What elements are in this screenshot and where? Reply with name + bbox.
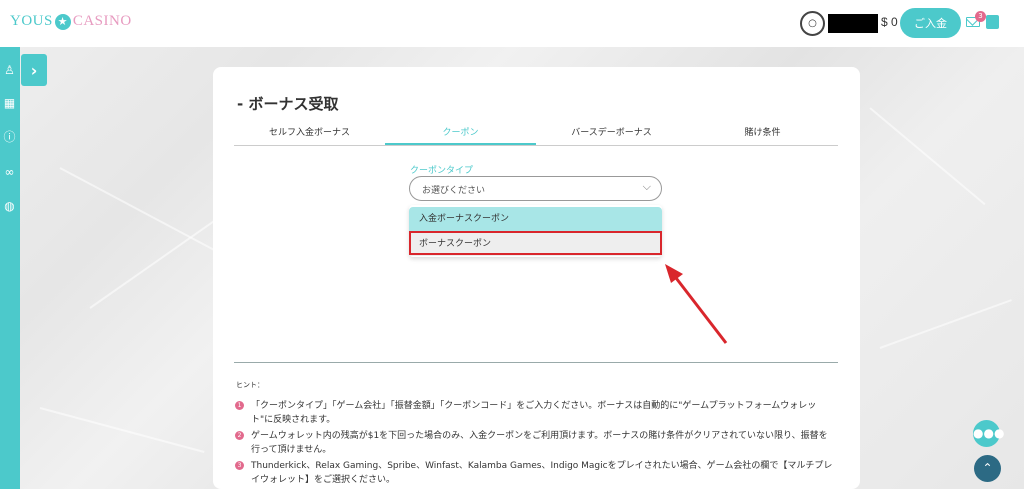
bonus-card: - ボーナス受取 セルフ入金ボーナス クーポン バースデーボーナス 賭け条件 ク… [213,67,860,489]
scroll-to-top-icon[interactable]: ⌃ [974,455,1001,482]
logo-text-left: YOUS [10,13,53,29]
highlight-box [409,231,662,255]
logout-icon[interactable] [986,15,999,29]
hint-number-badge: 2 [235,431,244,440]
hint-text: 「クーポンタイプ」「ゲーム会社」「振替金額」「クーポンコード」をご入力ください。… [251,401,817,425]
hint-text: Thunderkick、Relax Gaming、Spribe、Winfast、… [251,461,833,485]
grid-icon[interactable]: ▦ [3,97,16,110]
site-logo[interactable]: YOUS ★ CASINO [10,13,132,30]
user-avatar-icon[interactable]: ○ [800,11,825,36]
logo-text-right: CASINO [72,13,132,29]
title-dash: - [237,95,244,113]
medal-icon[interactable]: ♙ [3,64,16,77]
coupon-type-label: クーポンタイプ [410,166,474,176]
logo-star-icon: ★ [54,13,71,30]
hint-item: 2 ゲームウォレット内の残高が$1を下回った場合のみ、入金クーポンをご利用頂けま… [235,429,835,457]
section-divider [234,362,838,363]
coupon-type-select[interactable]: お選びください ⌵ [409,176,662,201]
globe-icon[interactable]: ◍ [3,200,16,213]
hint-item: 1 「クーポンタイプ」「ゲーム会社」「振替金額」「クーポンコード」をご入力くださ… [235,399,835,427]
title-text: ボーナス受取 [248,95,339,113]
deposit-button[interactable]: ご入金 [900,8,961,38]
tab-wagering-requirements[interactable]: 賭け条件 [687,122,838,145]
redacted-username [828,14,878,33]
page-title: - ボーナス受取 [237,93,338,114]
select-placeholder: お選びください [422,186,486,196]
tab-self-deposit-bonus[interactable]: セルフ入金ボーナス [234,122,385,145]
tab-birthday-bonus[interactable]: バースデーボーナス [536,122,687,145]
balance-amount: $ 0 [881,15,898,29]
tab-coupon[interactable]: クーポン [385,122,536,145]
chat-bubble-icon[interactable]: ●●● [973,420,1004,447]
hint-number-badge: 3 [235,461,244,470]
chevron-right-icon: › [30,60,38,80]
hint-item: 3 Thunderkick、Relax Gaming、Spribe、Winfas… [235,459,835,487]
hint-text: ゲームウォレット内の残高が$1を下回った場合のみ、入金クーポンをご利用頂けます。… [251,431,828,455]
top-navigation-bar: YOUS ★ CASINO ○ $ 0 ご入金 3 [0,0,1024,47]
sidebar-toggle-button[interactable]: › [21,54,47,86]
hint-title: ヒント： [236,381,264,389]
left-sidebar: ♙ ▦ ⓘ ∞ ◍ [0,47,20,489]
bonus-tabs: セルフ入金ボーナス クーポン バースデーボーナス 賭け条件 [234,122,838,146]
info-icon[interactable]: ⓘ [3,131,16,144]
link-icon[interactable]: ∞ [3,166,16,179]
mail-count-badge: 3 [975,11,986,22]
chevron-down-icon: ⌵ [642,180,651,193]
option-deposit-bonus-coupon[interactable]: 入金ボーナスクーポン [409,207,662,231]
hint-number-badge: 1 [235,401,244,410]
